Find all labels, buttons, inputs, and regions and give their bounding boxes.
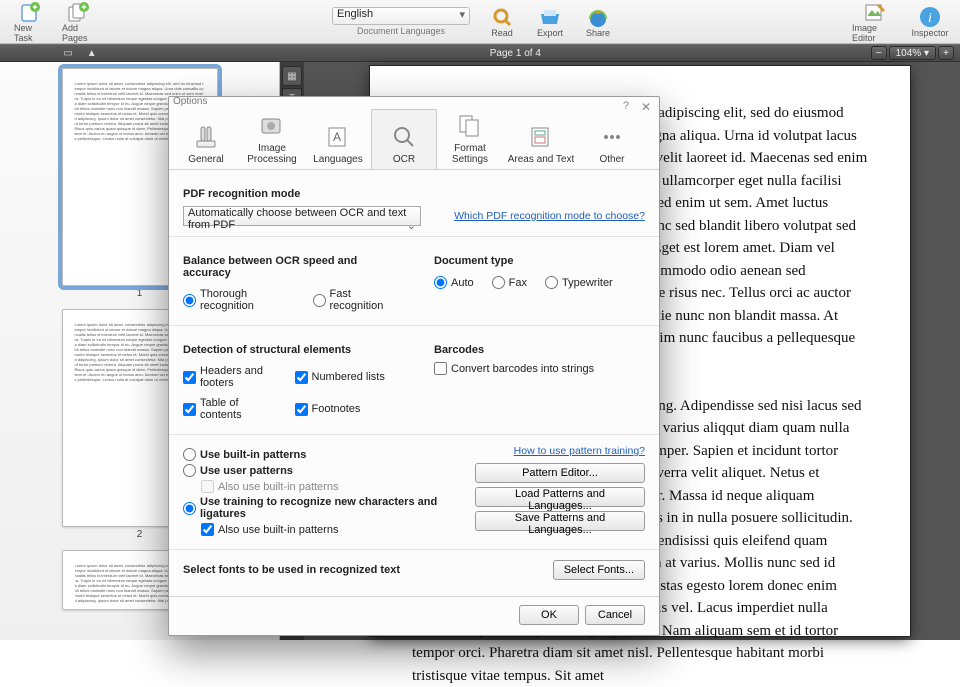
image-editor-icon [864, 1, 886, 23]
pattern-editor-button[interactable]: Pattern Editor... [475, 463, 645, 483]
pattern-builtin-radio[interactable]: Use built-in patterns [183, 448, 459, 461]
export-icon [539, 6, 561, 28]
options-dialog: Options ? ✕ General Image Processing ALa… [168, 96, 660, 636]
save-patterns-button[interactable]: Save Patterns and Languages... [475, 511, 645, 531]
language-select[interactable]: English▾ [332, 7, 470, 25]
add-pages-button[interactable]: Add Pages [56, 0, 100, 45]
pdf-mode-help-link[interactable]: Which PDF recognition mode to choose? [454, 210, 645, 222]
zoom-in-button[interactable]: + [938, 46, 954, 60]
tab-image-processing[interactable]: Image Processing [239, 109, 305, 169]
inspector-icon: i [919, 6, 941, 28]
tool-layout-icon[interactable]: ▦ [282, 66, 302, 86]
dialog-footer: OK Cancel [169, 596, 659, 635]
status-bar: ▭ ▲ Page 1 of 4 − 104% ▾ + [0, 44, 960, 62]
new-task-icon [19, 1, 41, 23]
tab-areas-text[interactable]: Areas and Text [503, 109, 579, 169]
load-patterns-button[interactable]: Load Patterns and Languages... [475, 487, 645, 507]
format-icon [455, 112, 485, 140]
select-fonts-button[interactable]: Select Fonts... [553, 560, 645, 580]
pattern-user-radio[interactable]: Use user patterns [183, 464, 459, 477]
also-builtin-1-checkbox: Also use built-in patterns [201, 480, 459, 493]
doctype-typewriter-radio[interactable]: Typewriter [545, 276, 613, 289]
section-pdf-mode: PDF recognition mode [183, 188, 645, 200]
languages-icon: A [323, 123, 353, 151]
dialog-help-icon[interactable]: ? [623, 100, 629, 112]
read-icon [491, 6, 513, 28]
zoom-out-button[interactable]: − [871, 46, 887, 60]
app-toolbar: New Task Add Pages English▾ Document Lan… [0, 0, 960, 44]
section-fonts: Select fonts to be used in recognized te… [183, 564, 400, 576]
tab-languages[interactable]: ALanguages [305, 109, 371, 169]
barcodes-checkbox[interactable]: Convert barcodes into strings [434, 362, 645, 375]
general-icon [191, 123, 221, 151]
zoom-value[interactable]: 104% ▾ [889, 46, 936, 60]
page-indicator: Page 1 of 4 [160, 48, 871, 59]
areas-icon [526, 123, 556, 151]
image-editor-button[interactable]: Image Editor [846, 0, 904, 45]
section-balance: Balance between OCR speed and accuracy [183, 255, 394, 279]
pdf-mode-select[interactable]: Automatically choose between OCR and tex… [183, 206, 421, 226]
dialog-title: Options [169, 96, 211, 107]
other-icon [597, 123, 627, 151]
section-detect: Detection of structural elements [183, 344, 394, 356]
thumbnails-view-icon[interactable]: ▭ [63, 48, 72, 59]
svg-text:i: i [928, 11, 932, 26]
dialog-close-icon[interactable]: ✕ [641, 100, 651, 114]
tab-format-settings[interactable]: Format Settings [437, 109, 503, 169]
section-barcodes: Barcodes [434, 344, 645, 356]
pattern-training-radio[interactable]: Use training to recognize new characters… [183, 496, 459, 520]
doctype-auto-radio[interactable]: Auto [434, 276, 474, 289]
cancel-button[interactable]: Cancel [585, 605, 645, 625]
share-icon [587, 6, 609, 28]
ok-button[interactable]: OK [519, 605, 579, 625]
ocr-icon [389, 123, 419, 151]
inspector-button[interactable]: i Inspector [908, 4, 952, 40]
detect-footnotes-checkbox[interactable]: Footnotes [295, 397, 395, 421]
detect-toc-checkbox[interactable]: Table of contents [183, 397, 283, 421]
language-sublabel: Document Languages [357, 26, 445, 36]
read-button[interactable]: Read [480, 4, 524, 40]
warnings-icon[interactable]: ▲ [87, 48, 97, 59]
section-doctype: Document type [434, 255, 645, 267]
doctype-fax-radio[interactable]: Fax [492, 276, 527, 289]
balance-fast-radio[interactable]: Fast recognition [313, 288, 395, 312]
tab-other[interactable]: Other [579, 109, 645, 169]
add-pages-icon [67, 1, 89, 23]
tab-general[interactable]: General [173, 109, 239, 169]
new-task-button[interactable]: New Task [8, 0, 52, 45]
export-button[interactable]: Export [528, 4, 572, 40]
also-builtin-2-checkbox[interactable]: Also use built-in patterns [201, 523, 459, 536]
tab-ocr[interactable]: OCR [371, 109, 437, 169]
language-selector-group: English▾ Document Languages [332, 7, 470, 36]
detect-headers-checkbox[interactable]: Headers and footers [183, 365, 283, 389]
share-button[interactable]: Share [576, 4, 620, 40]
image-processing-icon [257, 112, 287, 140]
balance-thorough-radio[interactable]: Thorough recognition [183, 288, 287, 312]
detect-numbered-checkbox[interactable]: Numbered lists [295, 365, 395, 389]
dialog-tabs: General Image Processing ALanguages OCR … [169, 97, 659, 170]
svg-text:A: A [333, 130, 341, 144]
pattern-help-link[interactable]: How to use pattern training? [514, 445, 645, 457]
